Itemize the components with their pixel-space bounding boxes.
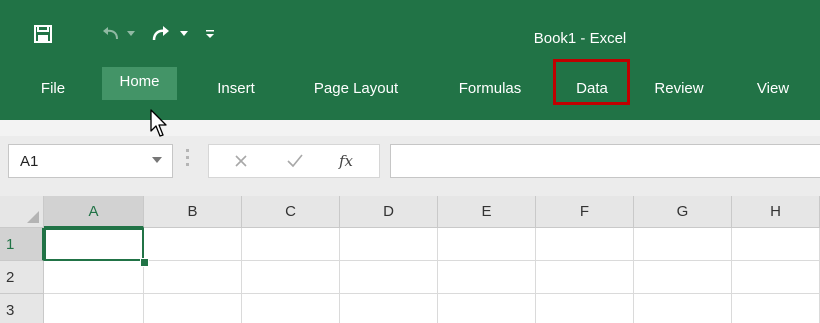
row-header-1[interactable]: 1 bbox=[0, 228, 44, 261]
cell-h1[interactable] bbox=[732, 228, 820, 261]
cell-c2[interactable] bbox=[242, 261, 340, 294]
tab-insert[interactable]: Insert bbox=[200, 74, 272, 122]
cell-c3[interactable] bbox=[242, 294, 340, 323]
formula-input[interactable] bbox=[390, 144, 820, 178]
select-all-button[interactable] bbox=[0, 196, 44, 228]
cell-f2[interactable] bbox=[536, 261, 634, 294]
column-header-e[interactable]: E bbox=[438, 196, 536, 228]
undo-dropdown-icon[interactable] bbox=[125, 22, 137, 46]
redo-dropdown-icon[interactable] bbox=[178, 22, 190, 46]
column-header-c[interactable]: C bbox=[242, 196, 340, 228]
ribbon-tabs: File Home Insert Page Layout Formulas Da… bbox=[0, 67, 820, 122]
cell-f1[interactable] bbox=[536, 228, 634, 261]
data-tab-highlight-box bbox=[553, 59, 630, 105]
customize-qat-icon[interactable] bbox=[203, 22, 217, 46]
column-header-g[interactable]: G bbox=[634, 196, 732, 228]
tab-review-label: Review bbox=[654, 80, 704, 97]
name-box-value: A1 bbox=[20, 153, 39, 170]
formula-bar-grip[interactable] bbox=[186, 149, 189, 173]
chevron-down-icon[interactable] bbox=[152, 157, 162, 163]
column-header-d[interactable]: D bbox=[340, 196, 438, 228]
undo-icon[interactable] bbox=[100, 22, 122, 46]
tab-view-label: View bbox=[756, 80, 790, 97]
tab-formulas[interactable]: Formulas bbox=[436, 74, 544, 122]
save-icon[interactable] bbox=[30, 22, 56, 46]
row-header-2[interactable]: 2 bbox=[0, 261, 44, 294]
fill-handle[interactable] bbox=[140, 258, 149, 267]
title-bar: Book1 - Excel bbox=[0, 0, 820, 74]
cell-e1[interactable] bbox=[438, 228, 536, 261]
cell-c1[interactable] bbox=[242, 228, 340, 261]
tab-home[interactable]: Home bbox=[102, 67, 177, 100]
column-header-a[interactable]: A bbox=[44, 196, 144, 228]
window-title: Book1 - Excel bbox=[533, 30, 627, 47]
grid-gap bbox=[0, 186, 820, 196]
column-header-h[interactable]: H bbox=[732, 196, 820, 228]
tab-page-layout[interactable]: Page Layout bbox=[290, 74, 422, 122]
close-icon[interactable] bbox=[227, 145, 255, 177]
cell-b2[interactable] bbox=[144, 261, 242, 294]
function-label: fx bbox=[338, 152, 353, 170]
formula-bar: A1 fx bbox=[0, 136, 820, 186]
cell-g1[interactable] bbox=[634, 228, 732, 261]
redo-icon[interactable] bbox=[148, 22, 172, 46]
excel-window: Book1 - Excel File Home Insert Page Layo… bbox=[0, 0, 820, 323]
tab-file[interactable]: File bbox=[28, 74, 78, 122]
insert-function-button[interactable]: fx bbox=[331, 145, 361, 177]
cell-b3[interactable] bbox=[144, 294, 242, 323]
checkmark-icon[interactable] bbox=[281, 145, 309, 177]
mouse-cursor-icon bbox=[150, 109, 170, 139]
tab-insert-label: Insert bbox=[217, 80, 255, 97]
tab-view[interactable]: View bbox=[738, 74, 808, 122]
cell-d1[interactable] bbox=[340, 228, 438, 261]
tab-page-layout-label: Page Layout bbox=[313, 80, 399, 97]
column-header-b[interactable]: B bbox=[144, 196, 242, 228]
formula-bar-buttons: fx bbox=[208, 144, 380, 178]
cell-a3[interactable] bbox=[44, 294, 144, 323]
cell-a2[interactable] bbox=[44, 261, 144, 294]
tab-file-label: File bbox=[40, 80, 66, 97]
tab-formulas-label: Formulas bbox=[458, 80, 522, 97]
tab-review[interactable]: Review bbox=[636, 74, 722, 122]
name-box[interactable]: A1 bbox=[8, 144, 173, 178]
column-header-f[interactable]: F bbox=[536, 196, 634, 228]
cell-e3[interactable] bbox=[438, 294, 536, 323]
tab-home-label: Home bbox=[119, 73, 160, 90]
cell-g2[interactable] bbox=[634, 261, 732, 294]
cell-f3[interactable] bbox=[536, 294, 634, 323]
cell-d3[interactable] bbox=[340, 294, 438, 323]
cell-h2[interactable] bbox=[732, 261, 820, 294]
cell-d2[interactable] bbox=[340, 261, 438, 294]
cell-a1[interactable] bbox=[44, 228, 144, 261]
cell-b1[interactable] bbox=[144, 228, 242, 261]
ribbon-body-collapsed bbox=[0, 120, 820, 136]
cell-g3[interactable] bbox=[634, 294, 732, 323]
worksheet-grid: A B C D E F G H 1 2 3 bbox=[0, 196, 820, 323]
cell-h3[interactable] bbox=[732, 294, 820, 323]
row-header-3[interactable]: 3 bbox=[0, 294, 44, 323]
cell-e2[interactable] bbox=[438, 261, 536, 294]
